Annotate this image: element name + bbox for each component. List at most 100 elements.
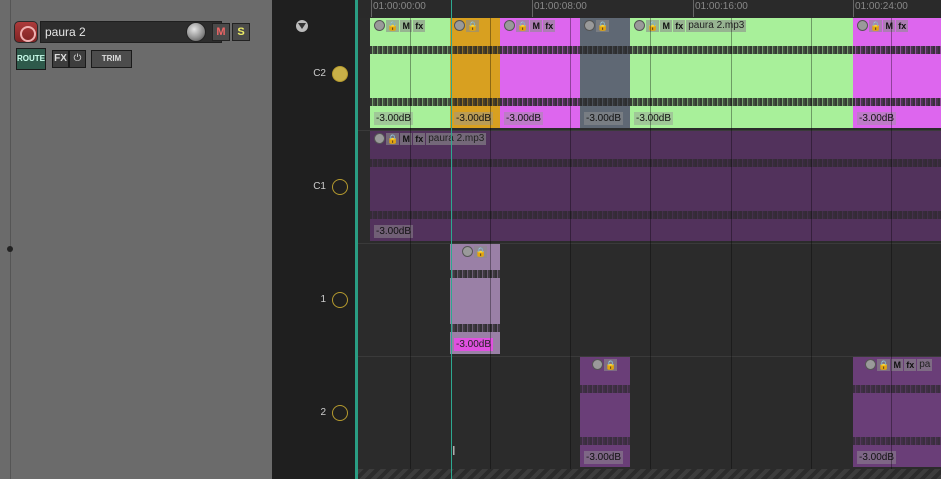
track-control-panel: paura 2 M S ROUTE FX ⏻ TRIM: [0, 0, 272, 479]
waveform: [370, 159, 941, 167]
item-fx-button[interactable]: fx: [896, 19, 909, 32]
ruler-label: 01:00:16:00: [695, 1, 748, 12]
item-fx-button[interactable]: fx: [673, 19, 686, 32]
item-volume-knob-icon[interactable]: [374, 133, 385, 144]
waveform: [450, 324, 500, 332]
item-volume-knob-icon[interactable]: [462, 246, 473, 257]
media-item[interactable]: 🔒 -3.00dB: [580, 18, 630, 128]
item-mute-button[interactable]: M: [891, 358, 904, 371]
mute-button[interactable]: M: [212, 23, 230, 41]
route-button[interactable]: ROUTE: [16, 48, 46, 70]
item-fx-button[interactable]: fx: [413, 132, 426, 145]
child-lane-c2[interactable]: C2: [272, 18, 355, 131]
lock-icon[interactable]: 🔒: [474, 245, 488, 258]
item-volume-knob-icon[interactable]: [857, 20, 868, 31]
lane-select-icon[interactable]: [332, 405, 348, 421]
waveform: [580, 437, 630, 445]
item-fx-button[interactable]: fx: [904, 358, 917, 371]
child-label: C1: [313, 181, 326, 192]
item-mute-button[interactable]: M: [883, 19, 896, 32]
fx-power-icon[interactable]: ⏻: [69, 50, 86, 68]
track-header: paura 2 M S ROUTE FX ⏻ TRIM: [14, 18, 254, 72]
lock-icon[interactable]: 🔒: [466, 19, 480, 32]
item-gain-label: -3.00dB: [504, 112, 544, 125]
trim-button[interactable]: TRIM: [91, 50, 132, 68]
lock-icon[interactable]: 🔒: [386, 19, 400, 32]
lock-icon[interactable]: 🔒: [516, 19, 530, 32]
arrange-view[interactable]: 01:00:00:00 01:00:08:00 01:00:16:00 01:0…: [358, 0, 941, 479]
media-item[interactable]: 🔒 M fx paura 2.mp3 -3.00dB: [370, 131, 941, 241]
grid-line: [811, 18, 812, 479]
item-header: 🔒: [454, 19, 480, 32]
item-header: 🔒 M fx paura 2.mp3: [374, 132, 487, 145]
lock-icon[interactable]: 🔒: [646, 19, 660, 32]
child-label: 2: [320, 407, 326, 418]
item-volume-knob-icon[interactable]: [584, 20, 595, 31]
lane-select-icon[interactable]: [332, 66, 348, 82]
item-volume-knob-icon[interactable]: [634, 20, 645, 31]
grid-line: [490, 18, 491, 479]
item-name-label: pa: [917, 358, 933, 371]
item-gain-label: -3.00dB: [584, 112, 624, 125]
item-gain-label: -3.00dB: [374, 112, 414, 125]
fx-button[interactable]: FX: [52, 50, 69, 68]
grid-line: [731, 18, 732, 479]
media-item[interactable]: 🔒 -3.00dB: [580, 357, 630, 467]
ruler-label: 01:00:00:00: [373, 1, 426, 12]
mouse-text-cursor-icon: I: [452, 443, 456, 458]
tcp-resize-handle[interactable]: [7, 246, 13, 252]
item-header: 🔒: [592, 358, 618, 371]
timeline-ruler[interactable]: 01:00:00:00 01:00:08:00 01:00:16:00 01:0…: [358, 0, 941, 18]
media-item[interactable]: 🔒 -3.00dB: [450, 244, 500, 354]
ruler-tick: [371, 0, 372, 17]
item-fx-button[interactable]: fx: [413, 19, 426, 32]
volume-knob-icon[interactable]: [186, 22, 206, 42]
lane-select-icon[interactable]: [332, 179, 348, 195]
media-item[interactable]: 🔒 -3.00dB: [450, 18, 500, 128]
waveform: [580, 98, 630, 106]
media-item[interactable]: 🔒 M fx -3.00dB: [853, 18, 941, 128]
child-lane-c1[interactable]: C1: [272, 131, 355, 244]
item-mute-button[interactable]: M: [660, 19, 673, 32]
item-fx-button[interactable]: fx: [543, 19, 556, 32]
waveform: [580, 385, 630, 393]
lane-bottom-hatch: [358, 469, 941, 479]
item-gain-label: -3.00dB: [634, 112, 674, 125]
solo-button[interactable]: S: [232, 23, 250, 41]
lane-select-icon[interactable]: [332, 292, 348, 308]
media-item[interactable]: 🔒 M fx -3.00dB: [500, 18, 580, 128]
lock-icon[interactable]: 🔒: [386, 132, 400, 145]
lock-icon[interactable]: 🔒: [604, 358, 618, 371]
edit-cursor: [451, 0, 452, 479]
waveform: [450, 46, 500, 54]
child-lanes-panel: C2 C1 1 2: [272, 0, 355, 479]
media-item[interactable]: 🔒 M fx pa -3.00dB: [853, 357, 941, 467]
waveform: [370, 211, 941, 219]
lock-icon[interactable]: 🔒: [877, 358, 891, 371]
item-volume-knob-icon[interactable]: [592, 359, 603, 370]
item-mute-button[interactable]: M: [530, 19, 543, 32]
item-gain-label: -3.00dB: [584, 451, 624, 464]
waveform: [853, 385, 941, 393]
lock-icon[interactable]: 🔒: [869, 19, 883, 32]
lock-icon[interactable]: 🔒: [596, 19, 610, 32]
item-header: 🔒 M fx pa: [865, 358, 933, 371]
item-name-label: paura 2.mp3: [686, 19, 747, 32]
ruler-tick: [532, 0, 533, 17]
waveform: [580, 46, 630, 54]
ruler-label: 01:00:08:00: [534, 1, 587, 12]
record-arm-button[interactable]: [14, 21, 38, 43]
grid-line: [650, 18, 651, 479]
item-header: 🔒: [462, 245, 488, 258]
grid-line: [410, 18, 411, 479]
media-item[interactable]: 🔒 M fx paura 2.mp3 -3.00dB: [630, 18, 853, 128]
item-volume-knob-icon[interactable]: [865, 359, 876, 370]
grid-line: [570, 18, 571, 479]
item-volume-knob-icon[interactable]: [374, 20, 385, 31]
item-volume-knob-icon[interactable]: [454, 20, 465, 31]
waveform: [450, 98, 500, 106]
waveform: [853, 46, 941, 54]
child-lane-2[interactable]: 2: [272, 357, 355, 470]
child-lane-1[interactable]: 1: [272, 244, 355, 357]
item-volume-knob-icon[interactable]: [504, 20, 515, 31]
